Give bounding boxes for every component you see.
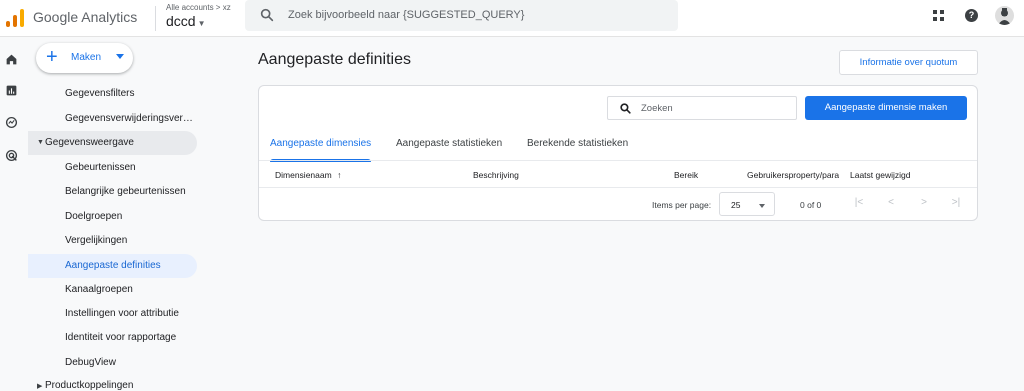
- first-page-icon[interactable]: |<: [852, 196, 866, 210]
- column-header-user-property[interactable]: Gebruikersproperty/paran: [747, 170, 839, 180]
- nav-item-key-events[interactable]: Belangrijke gebeurtenissen: [28, 180, 197, 204]
- advertising-icon[interactable]: [5, 149, 18, 162]
- nav-item-custom-definitions[interactable]: Aangepaste definities: [28, 254, 197, 278]
- column-header-scope[interactable]: Bereik: [674, 170, 698, 180]
- divider: [259, 160, 977, 161]
- explore-icon[interactable]: [5, 116, 18, 129]
- chevron-down-icon: [116, 54, 124, 59]
- chevron-down-icon: ▼: [197, 19, 206, 28]
- nav-group-product-links[interactable]: ▶ Productkoppelingen: [28, 374, 197, 391]
- nav-item-label: Gegevensverwijderingsverzoeken: [65, 113, 195, 124]
- nav-item-reporting-identity[interactable]: Identiteit voor rapportage: [28, 326, 197, 350]
- expand-arrow-icon: ▶: [37, 383, 43, 390]
- nav-item-data-deletion[interactable]: Gegevensverwijderingsverzoeken: [28, 107, 197, 131]
- nav-item-label: Gegevensweergave: [45, 137, 134, 148]
- nav-item-label: Identiteit voor rapportage: [65, 332, 177, 343]
- nav-item-comparisons[interactable]: Vergelijkingen: [28, 229, 197, 253]
- chevron-down-icon: [759, 204, 765, 208]
- next-page-icon[interactable]: >: [917, 196, 931, 210]
- create-button[interactable]: + Maken: [36, 43, 133, 73]
- analytics-logo-icon[interactable]: [6, 9, 24, 27]
- column-header-last-modified[interactable]: Laatst gewijzigd: [850, 170, 910, 180]
- pagination-range: 0 of 0: [800, 200, 822, 210]
- expand-arrow-icon: ▼: [37, 139, 44, 146]
- items-per-page-label: Items per page:: [652, 200, 712, 210]
- create-custom-dimension-button[interactable]: Aangepaste dimensie maken: [805, 96, 967, 120]
- column-header-label: Dimensienaam: [275, 170, 332, 180]
- icon-rail: [0, 38, 24, 391]
- items-per-page-value: 25: [731, 200, 741, 210]
- nav-item-attribution-settings[interactable]: Instellingen voor attributie: [28, 302, 197, 326]
- column-header-description[interactable]: Beschrijving: [473, 170, 519, 180]
- quota-info-button[interactable]: Informatie over quotum: [839, 50, 978, 75]
- column-header-dimension-name[interactable]: Dimensienaam ↑: [275, 170, 341, 180]
- tab-custom-dimensions[interactable]: Aangepaste dimensies: [270, 138, 372, 162]
- create-button-label: Maken: [71, 52, 102, 63]
- brand-name[interactable]: Google Analytics: [33, 9, 137, 25]
- last-page-icon[interactable]: >|: [949, 196, 963, 210]
- accounts-breadcrumb[interactable]: Alle accounts > xz: [166, 3, 231, 12]
- items-per-page-select[interactable]: 25: [719, 192, 775, 216]
- nav-item-label: DebugView: [65, 357, 116, 368]
- nav-item-label: Aangepaste definities: [65, 260, 161, 271]
- table-search-input[interactable]: [641, 99, 791, 117]
- nav-item-label: Productkoppelingen: [45, 380, 134, 391]
- divider: [155, 6, 156, 31]
- divider: [259, 187, 977, 188]
- home-icon[interactable]: [5, 53, 18, 66]
- nav-group-data-display[interactable]: ▼ Gegevensweergave: [28, 131, 197, 155]
- nav-item-label: Doelgroepen: [65, 211, 123, 222]
- search-icon: [260, 8, 274, 22]
- property-selector[interactable]: dccd ▼: [166, 13, 206, 29]
- tab-custom-metrics[interactable]: Aangepaste statistieken: [396, 138, 502, 160]
- search-icon: [620, 103, 631, 114]
- nav-item-debugview[interactable]: DebugView: [28, 351, 197, 375]
- plus-icon: +: [46, 46, 58, 68]
- apps-icon[interactable]: [933, 10, 944, 21]
- nav-item-data-filters[interactable]: Gegevensfilters: [28, 82, 197, 106]
- sort-ascending-icon: ↑: [337, 170, 342, 180]
- property-name: dccd: [166, 13, 196, 29]
- reports-icon[interactable]: [5, 84, 18, 97]
- nav-item-label: Kanaalgroepen: [65, 284, 133, 295]
- nav-item-events[interactable]: Gebeurtenissen: [28, 156, 197, 180]
- nav-item-label: Vergelijkingen: [65, 235, 128, 246]
- definitions-card: Aangepaste dimensie maken Aangepaste dim…: [258, 85, 978, 221]
- help-icon[interactable]: ?: [965, 9, 978, 22]
- avatar[interactable]: [995, 6, 1014, 25]
- search-placeholder: Zoek bijvoorbeeld naar {SUGGESTED_QUERY}: [288, 9, 525, 21]
- table-search[interactable]: [607, 96, 797, 120]
- page-title: Aangepaste definities: [258, 51, 411, 68]
- previous-page-icon[interactable]: <: [884, 196, 898, 210]
- global-search[interactable]: Zoek bijvoorbeeld naar {SUGGESTED_QUERY}: [245, 0, 678, 31]
- nav-item-label: Instellingen voor attributie: [65, 308, 179, 319]
- nav-item-channel-groups[interactable]: Kanaalgroepen: [28, 278, 197, 302]
- nav-item-label: Gebeurtenissen: [65, 162, 136, 173]
- nav-item-audiences[interactable]: Doelgroepen: [28, 205, 197, 229]
- top-bar: Google Analytics Alle accounts > xz dccd…: [0, 0, 1024, 37]
- tab-calculated-metrics[interactable]: Berekende statistieken: [527, 138, 628, 160]
- nav-item-label: Belangrijke gebeurtenissen: [65, 186, 186, 197]
- nav-item-label: Gegevensfilters: [65, 88, 135, 99]
